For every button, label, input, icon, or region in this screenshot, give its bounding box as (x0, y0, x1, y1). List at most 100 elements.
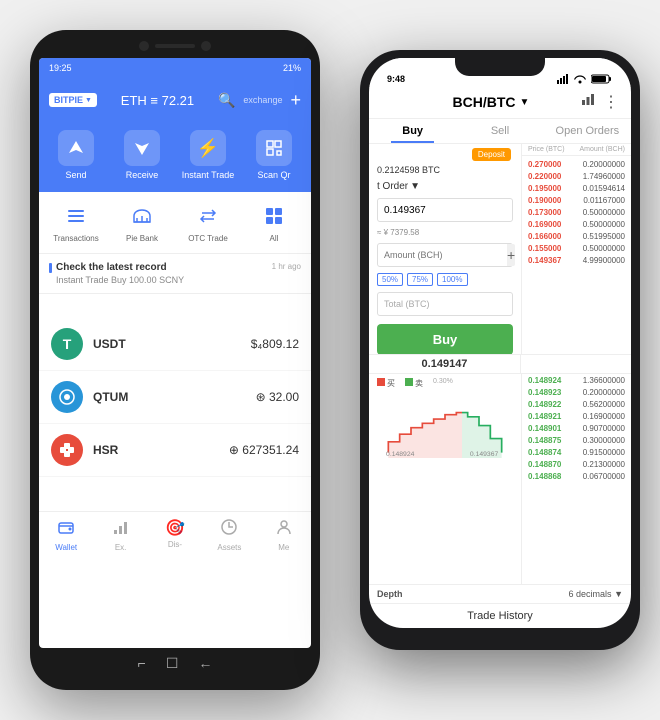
back-button[interactable]: ⌐ (138, 655, 146, 671)
receive-label: Receive (126, 170, 159, 180)
nav-ex-label: Ex. (115, 543, 127, 552)
order-type-selector[interactable]: t Order ▼ (377, 181, 513, 192)
qtum-asset-item[interactable]: QTUM ⊛ 32.00 (39, 371, 311, 424)
android-screen: 19:25 21% BITPIE ▼ ETH ≡ 72.21 🔍 exchang… (39, 58, 311, 648)
otc-trade-action[interactable]: OTC Trade (175, 202, 241, 243)
notification-subtitle: Instant Trade Buy 100.00 SCNY (49, 275, 184, 285)
chevron-down-icon: ▼ (614, 589, 623, 599)
deposit-badge[interactable]: Deposit (472, 148, 511, 161)
chart-change: 0.30% (433, 378, 453, 389)
ob-sell-row-9[interactable]: 0.1493674.99900000 (522, 254, 631, 266)
price-input-row: + (377, 198, 513, 222)
ob-buy-row-6[interactable]: 0.1488750.30000000 (522, 434, 631, 446)
receive-action[interactable]: Receive (109, 130, 175, 180)
nav-me[interactable]: Me (257, 516, 311, 554)
recent-button[interactable]: ← (198, 655, 212, 671)
notification-bar[interactable]: Check the latest record Instant Trade Bu… (39, 254, 311, 294)
usdt-asset-item[interactable]: T USDT $₄809.12 (39, 318, 311, 371)
scene: 19:25 21% BITPIE ▼ ETH ≡ 72.21 🔍 exchang… (10, 10, 650, 710)
tab-buy[interactable]: Buy (369, 119, 456, 143)
scan-qr-action[interactable]: Scan Qr (241, 130, 307, 180)
nav-ex[interactable]: Ex. (93, 516, 147, 554)
bottom-section: 买 卖 0.30% 0.148924 (369, 374, 631, 584)
instant-trade-action[interactable]: ⚡ Instant Trade (175, 130, 241, 180)
send-action[interactable]: Send (43, 130, 109, 180)
tab-open-orders[interactable]: Open Orders (544, 119, 631, 143)
ob-sell-row-1[interactable]: 0.2700000.20000000 (522, 158, 631, 170)
depth-footer: Depth 6 decimals ▼ (369, 584, 631, 603)
otc-trade-label: OTC Trade (188, 234, 228, 243)
depth-chart-svg: 0.148924 0.149367 (377, 393, 513, 458)
btc-amount-display: 0.2124598 BTC (377, 165, 513, 175)
ob-buy-row-3[interactable]: 0.1489220.56200000 (522, 398, 631, 410)
ob-sell-row-6[interactable]: 0.1690000.50000000 (522, 218, 631, 230)
android-battery: 21% (283, 63, 301, 73)
amount-plus-btn[interactable]: + (507, 244, 515, 266)
ob-sell-row-5[interactable]: 0.1730000.50000000 (522, 206, 631, 218)
qtum-symbol: QTUM (93, 390, 256, 404)
trade-pair[interactable]: BCH/BTC ▼ (453, 94, 530, 110)
notification-content: Check the latest record Instant Trade Bu… (49, 262, 184, 285)
nav-me-label: Me (278, 543, 289, 552)
nav-dis[interactable]: 🎯 Dis- (148, 516, 202, 554)
all-action[interactable]: All (241, 202, 307, 243)
ob-buy-row-5[interactable]: 0.1489010.90700000 (522, 422, 631, 434)
amount-input-row: + (377, 243, 513, 267)
pie-bank-action[interactable]: Pie Bank (109, 202, 175, 243)
pct-75-btn[interactable]: 75% (407, 273, 433, 286)
depth-decimals[interactable]: 6 decimals ▼ (569, 589, 623, 599)
secondary-actions: Transactions Pie Bank OTC Trade (39, 192, 311, 254)
assets-nav-icon (220, 518, 238, 541)
trade-body: Deposit 0.2124598 BTC t Order ▼ (369, 144, 631, 354)
buy-button[interactable]: Buy (377, 324, 513, 354)
trade-tabs: Buy Sell Open Orders (369, 119, 631, 144)
depth-label: Depth (377, 589, 403, 599)
ob-price-header: Price (BTC) (528, 146, 565, 153)
more-icon[interactable]: ⋮ (603, 92, 619, 112)
svg-text:0.148924: 0.148924 (386, 451, 415, 458)
pct-100-btn[interactable]: 100% (437, 273, 467, 286)
ob-buy-row-2[interactable]: 0.1489230.20000000 (522, 386, 631, 398)
scan-qr-icon (256, 130, 292, 166)
quick-actions: Send Receive ⚡ Instant Trade (39, 122, 311, 192)
search-icon[interactable]: 🔍 (218, 92, 235, 109)
bitpie-text: BITPIE (54, 95, 83, 105)
ob-sell-row-3[interactable]: 0.1950000.01594614 (522, 182, 631, 194)
iphone-screen: 9:48 BCH/BTC ▼ (369, 58, 631, 628)
exchange-label[interactable]: exchange (243, 95, 282, 105)
ob-buy-row-7[interactable]: 0.1488740.91500000 (522, 446, 631, 458)
ob-buy-row-9[interactable]: 0.1488680.06700000 (522, 470, 631, 482)
android-camera-bar (36, 36, 314, 56)
ob-sell-row-4[interactable]: 0.1900000.01167000 (522, 194, 631, 206)
price-input[interactable] (378, 205, 521, 216)
mid-price-display: 0.149147 (369, 355, 521, 374)
amount-input[interactable] (378, 250, 507, 260)
ob-sell-row-2[interactable]: 0.2200001.74960000 (522, 170, 631, 182)
transactions-action[interactable]: Transactions (43, 202, 109, 243)
ob-buy-row-4[interactable]: 0.1489210.16900000 (522, 410, 631, 422)
all-icon (260, 202, 288, 230)
add-icon[interactable]: + (290, 90, 301, 111)
hsr-icon (51, 434, 83, 466)
ob-sell-row-7[interactable]: 0.1660000.51995000 (522, 230, 631, 242)
nav-wallet[interactable]: Wallet (39, 516, 93, 554)
pct-50-btn[interactable]: 50% (377, 273, 403, 286)
eth-title: ETH ≡ 72.21 (121, 93, 194, 108)
chart-icon[interactable] (581, 92, 595, 112)
usdt-icon: T (51, 328, 83, 360)
hsr-asset-item[interactable]: HSR ⊕ 627351.24 (39, 424, 311, 477)
android-home-bar: ⌐ ☐ ← (36, 648, 314, 678)
total-row: Total (BTC) (377, 292, 513, 316)
wallet-nav-icon (57, 518, 75, 541)
ob-buy-row-8[interactable]: 0.1488700.21300000 (522, 458, 631, 470)
iphone-time: 9:48 (387, 74, 405, 84)
iphone: 9:48 BCH/BTC ▼ (360, 50, 640, 650)
qtum-balance: ⊛ 32.00 (256, 390, 299, 404)
home-button[interactable]: ☐ (166, 655, 179, 672)
nav-assets[interactable]: Assets (202, 516, 256, 554)
ob-buy-row-1[interactable]: 0.1489241.36600000 (522, 374, 631, 386)
trade-history-button[interactable]: Trade History (369, 603, 631, 628)
ob-sell-row-8[interactable]: 0.1550000.50000000 (522, 242, 631, 254)
chart-legend: 买 卖 0.30% (377, 378, 513, 389)
tab-sell[interactable]: Sell (456, 119, 543, 143)
